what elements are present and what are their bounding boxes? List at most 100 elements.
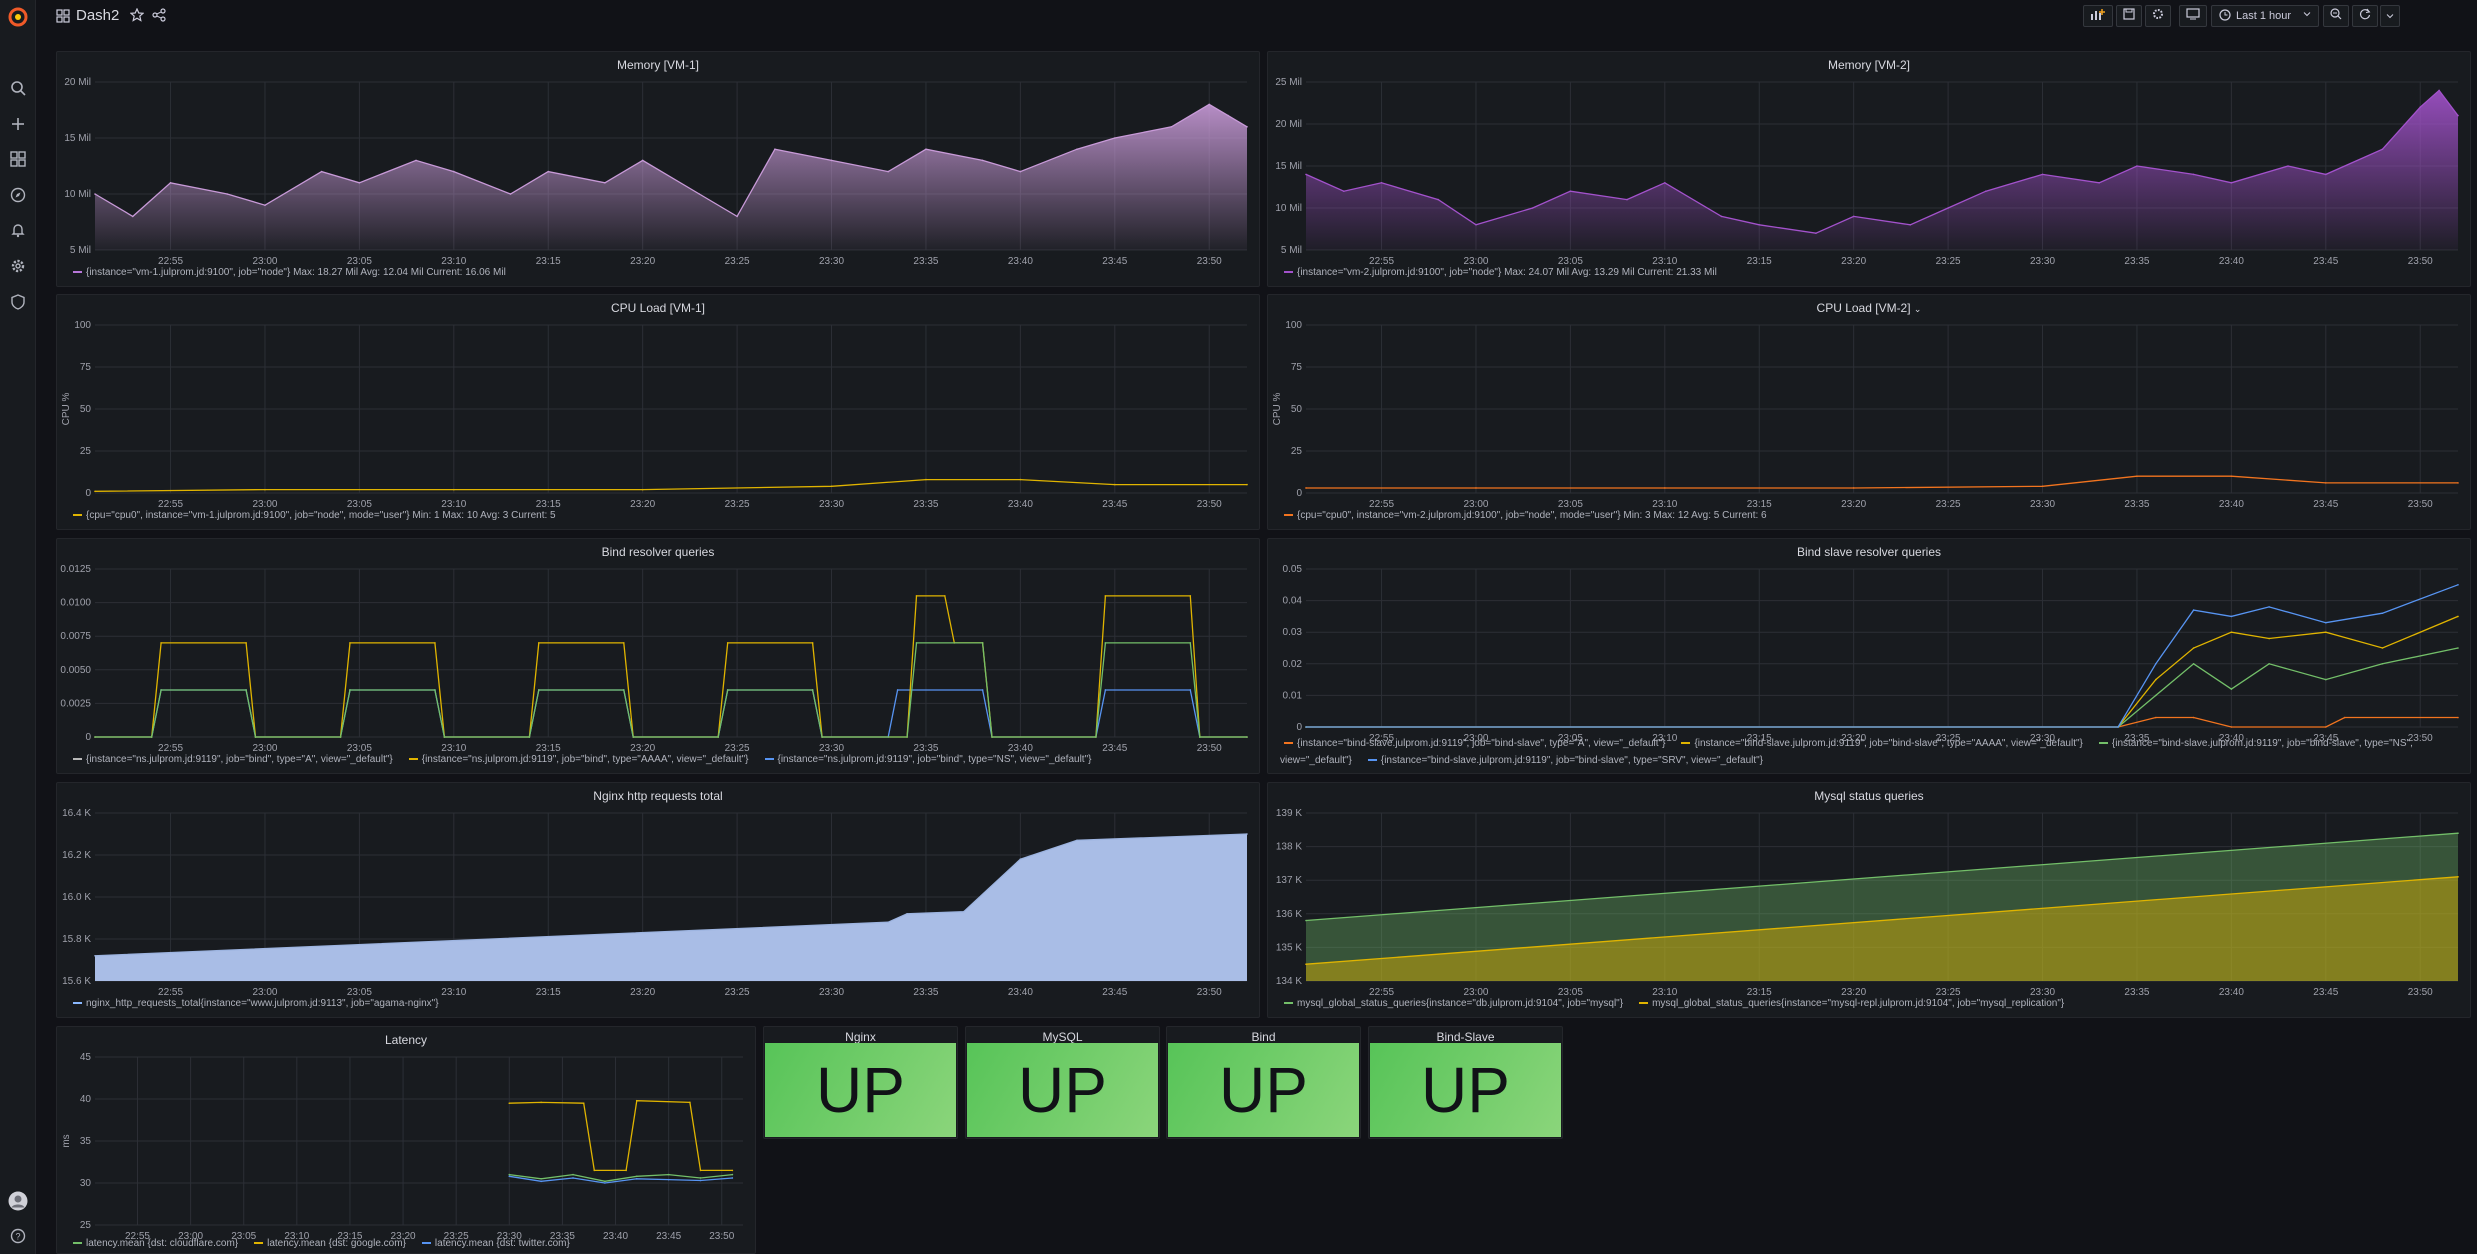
panel-title[interactable]: Bind resolver queries bbox=[57, 545, 1259, 559]
series-line[interactable] bbox=[95, 689, 1247, 738]
series-line[interactable] bbox=[95, 595, 1247, 738]
stat-title[interactable]: Bind bbox=[1167, 1030, 1360, 1044]
legend-item[interactable]: {instance="ns.julprom.jd:9119", job="bin… bbox=[405, 754, 749, 765]
stat-panel-bind[interactable]: Bind UP bbox=[1166, 1026, 1361, 1139]
data-point bbox=[1208, 103, 1211, 106]
series-line[interactable] bbox=[1306, 647, 2459, 728]
data-point bbox=[2041, 173, 2044, 176]
legend-item[interactable]: {instance="bind-slave.julprom.jd:9119", … bbox=[1677, 738, 2083, 749]
legend-label: latency.mean {dst: twitter.com} bbox=[434, 1238, 570, 1249]
chevron-down-icon bbox=[2386, 7, 2394, 25]
data-point bbox=[2457, 584, 2459, 586]
series-line[interactable] bbox=[1306, 475, 2458, 489]
legend-item[interactable]: mysql_global_status_queries{instance="my… bbox=[1635, 998, 2064, 1009]
zoom-out-button[interactable] bbox=[2323, 5, 2349, 27]
panel-mysql-status-queries[interactable]: Mysql status queries 134 K 135 K 136 K 137 … bbox=[1267, 782, 2471, 1018]
panel-nginx-http-requests[interactable]: Nginx http requests total 15.6 K 15.8 K 16… bbox=[56, 782, 1260, 1018]
series-line[interactable] bbox=[1306, 716, 2458, 728]
panel-title[interactable]: Nginx http requests total bbox=[57, 789, 1259, 803]
x-tick-label: 23:45 bbox=[2313, 256, 2338, 267]
series-line[interactable] bbox=[509, 1100, 733, 1172]
share-icon[interactable] bbox=[152, 8, 166, 27]
data-point bbox=[1437, 198, 1439, 201]
legend-item[interactable]: latency.mean {dst: cloudflare.com} bbox=[69, 1238, 238, 1249]
series-line[interactable] bbox=[94, 478, 1247, 492]
save-dashboard-button[interactable] bbox=[2116, 5, 2142, 27]
plus-icon[interactable] bbox=[8, 114, 28, 134]
stat-title[interactable]: Bind-Slave bbox=[1369, 1030, 1562, 1044]
legend-item[interactable]: {cpu="cpu0", instance="vm-1.julprom.jd:9… bbox=[69, 510, 556, 521]
x-tick-label: 23:10 bbox=[1652, 499, 1677, 510]
y-tick-label: 40 bbox=[80, 1094, 92, 1105]
legend-item[interactable]: {cpu="cpu0", instance="vm-2.julprom.jd:9… bbox=[1280, 510, 1767, 521]
dashboards-icon[interactable] bbox=[8, 149, 28, 169]
legend-item[interactable]: latency.mean {dst: google.com} bbox=[250, 1238, 406, 1249]
stat-panel-mysql[interactable]: MySQL UP bbox=[965, 1026, 1160, 1139]
legend-item[interactable]: {instance="bind-slave.julprom.jd:9119", … bbox=[1364, 755, 1763, 766]
star-icon[interactable] bbox=[129, 7, 145, 27]
tv-mode-button[interactable] bbox=[2179, 5, 2207, 27]
refresh-button[interactable] bbox=[2352, 5, 2378, 27]
legend-item[interactable]: nginx_http_requests_total{instance="www.… bbox=[69, 998, 439, 1009]
search-icon[interactable] bbox=[8, 78, 28, 98]
legend-item[interactable]: {instance="bind-slave.julprom.jd:9119", … bbox=[1280, 738, 1665, 749]
stat-title[interactable]: Nginx bbox=[764, 1030, 957, 1044]
y-tick-label: 16.4 K bbox=[62, 808, 91, 819]
legend-item[interactable]: {instance="ns.julprom.jd:9119", job="bin… bbox=[761, 754, 1091, 765]
legend-swatch bbox=[1284, 271, 1293, 274]
panel-memory-vm2[interactable]: Memory [VM-2] 5 Mil 10 Mil 15 Mil 20 Mil 25 … bbox=[1267, 51, 2471, 287]
add-panel-button[interactable] bbox=[2083, 5, 2113, 27]
panel-memory-vm1[interactable]: Memory [VM-1] 5 Mil 10 Mil 15 Mil 20 Mil 22:… bbox=[56, 51, 1260, 287]
legend-item[interactable]: latency.mean {dst: twitter.com} bbox=[418, 1238, 570, 1249]
panel-bind-resolver-queries[interactable]: Bind resolver queries 0 0.0025 0.0050 0.007… bbox=[56, 538, 1260, 774]
panel-cpu-vm1[interactable]: CPU Load [VM-1] 0 25 50 75 100 22:55 23:00 23:0… bbox=[56, 294, 1260, 530]
panel-title[interactable]: CPU Load [VM-1] bbox=[57, 301, 1259, 315]
x-tick-label: 23:30 bbox=[2030, 987, 2055, 998]
time-picker-button[interactable]: Last 1 hour bbox=[2211, 5, 2319, 27]
legend-item[interactable]: mysql_global_status_queries{instance="db… bbox=[1280, 998, 1623, 1009]
compass-icon[interactable] bbox=[8, 185, 28, 205]
refresh-interval-dropdown[interactable] bbox=[2380, 5, 2400, 27]
panel-title[interactable]: Memory [VM-2] bbox=[1268, 58, 2470, 72]
dashboard-settings-button[interactable] bbox=[2145, 5, 2171, 27]
data-point bbox=[1189, 689, 1192, 691]
panel-latency[interactable]: Latency 25 30 35 40 45 22:55 23:00 23:05 23:10 23… bbox=[56, 1026, 756, 1254]
bell-icon[interactable] bbox=[8, 220, 28, 240]
panel-title[interactable]: Memory [VM-1] bbox=[57, 58, 1259, 72]
x-tick-label: 23:00 bbox=[1463, 987, 1488, 998]
series-line[interactable] bbox=[1306, 615, 2459, 728]
stat-value: UP bbox=[1168, 1043, 1359, 1137]
y-tick-label: 75 bbox=[1291, 362, 1303, 373]
stat-panel-bind-slave[interactable]: Bind-Slave UP bbox=[1368, 1026, 1563, 1139]
legend-item[interactable]: {instance="vm-1.julprom.jd:9100", job="n… bbox=[69, 267, 506, 278]
panel-title[interactable]: Bind slave resolver queries bbox=[1268, 545, 2470, 559]
chevron-down-icon[interactable]: ⌄ bbox=[1914, 304, 1922, 314]
panel-bind-slave-resolver-queries[interactable]: Bind slave resolver queries 0 0.01 0.02 0.0… bbox=[1267, 538, 2471, 774]
y-tick-label: 138 K bbox=[1276, 842, 1302, 853]
data-point bbox=[915, 642, 918, 644]
data-point bbox=[622, 689, 625, 691]
stat-panel-nginx[interactable]: Nginx UP bbox=[763, 1026, 958, 1139]
panel-cpu-vm2[interactable]: CPU Load [VM-2] ⌄ 0 25 50 75 100 22:55 23:00 23… bbox=[1267, 294, 2471, 530]
grafana-logo-icon[interactable] bbox=[7, 6, 29, 28]
help-icon[interactable]: ? bbox=[8, 1226, 28, 1246]
x-tick-label: 23:45 bbox=[2313, 499, 2338, 510]
legend-item[interactable]: {instance="vm-2.julprom.jd:9100", job="n… bbox=[1280, 267, 1717, 278]
y-tick-label: 15.8 K bbox=[62, 934, 91, 945]
series-line[interactable] bbox=[1306, 584, 2459, 728]
data-point bbox=[1815, 232, 1817, 234]
stat-title[interactable]: MySQL bbox=[966, 1030, 1159, 1044]
legend-item[interactable]: {instance="ns.julprom.jd:9119", job="bin… bbox=[69, 754, 393, 765]
panel-title[interactable]: Latency bbox=[57, 1033, 755, 1047]
panel-title[interactable]: CPU Load [VM-2] ⌄ bbox=[1268, 301, 2470, 315]
dashboard-title[interactable]: Dash2 bbox=[76, 7, 119, 24]
gear-icon[interactable] bbox=[8, 256, 28, 276]
series-line[interactable] bbox=[95, 642, 1247, 738]
shield-icon[interactable] bbox=[8, 292, 28, 312]
data-point bbox=[944, 595, 946, 597]
data-point bbox=[94, 955, 96, 957]
avatar[interactable] bbox=[7, 1190, 29, 1212]
y-axis-label: CPU % bbox=[61, 393, 72, 426]
panel-title[interactable]: Mysql status queries bbox=[1268, 789, 2470, 803]
data-point bbox=[1720, 215, 1723, 218]
